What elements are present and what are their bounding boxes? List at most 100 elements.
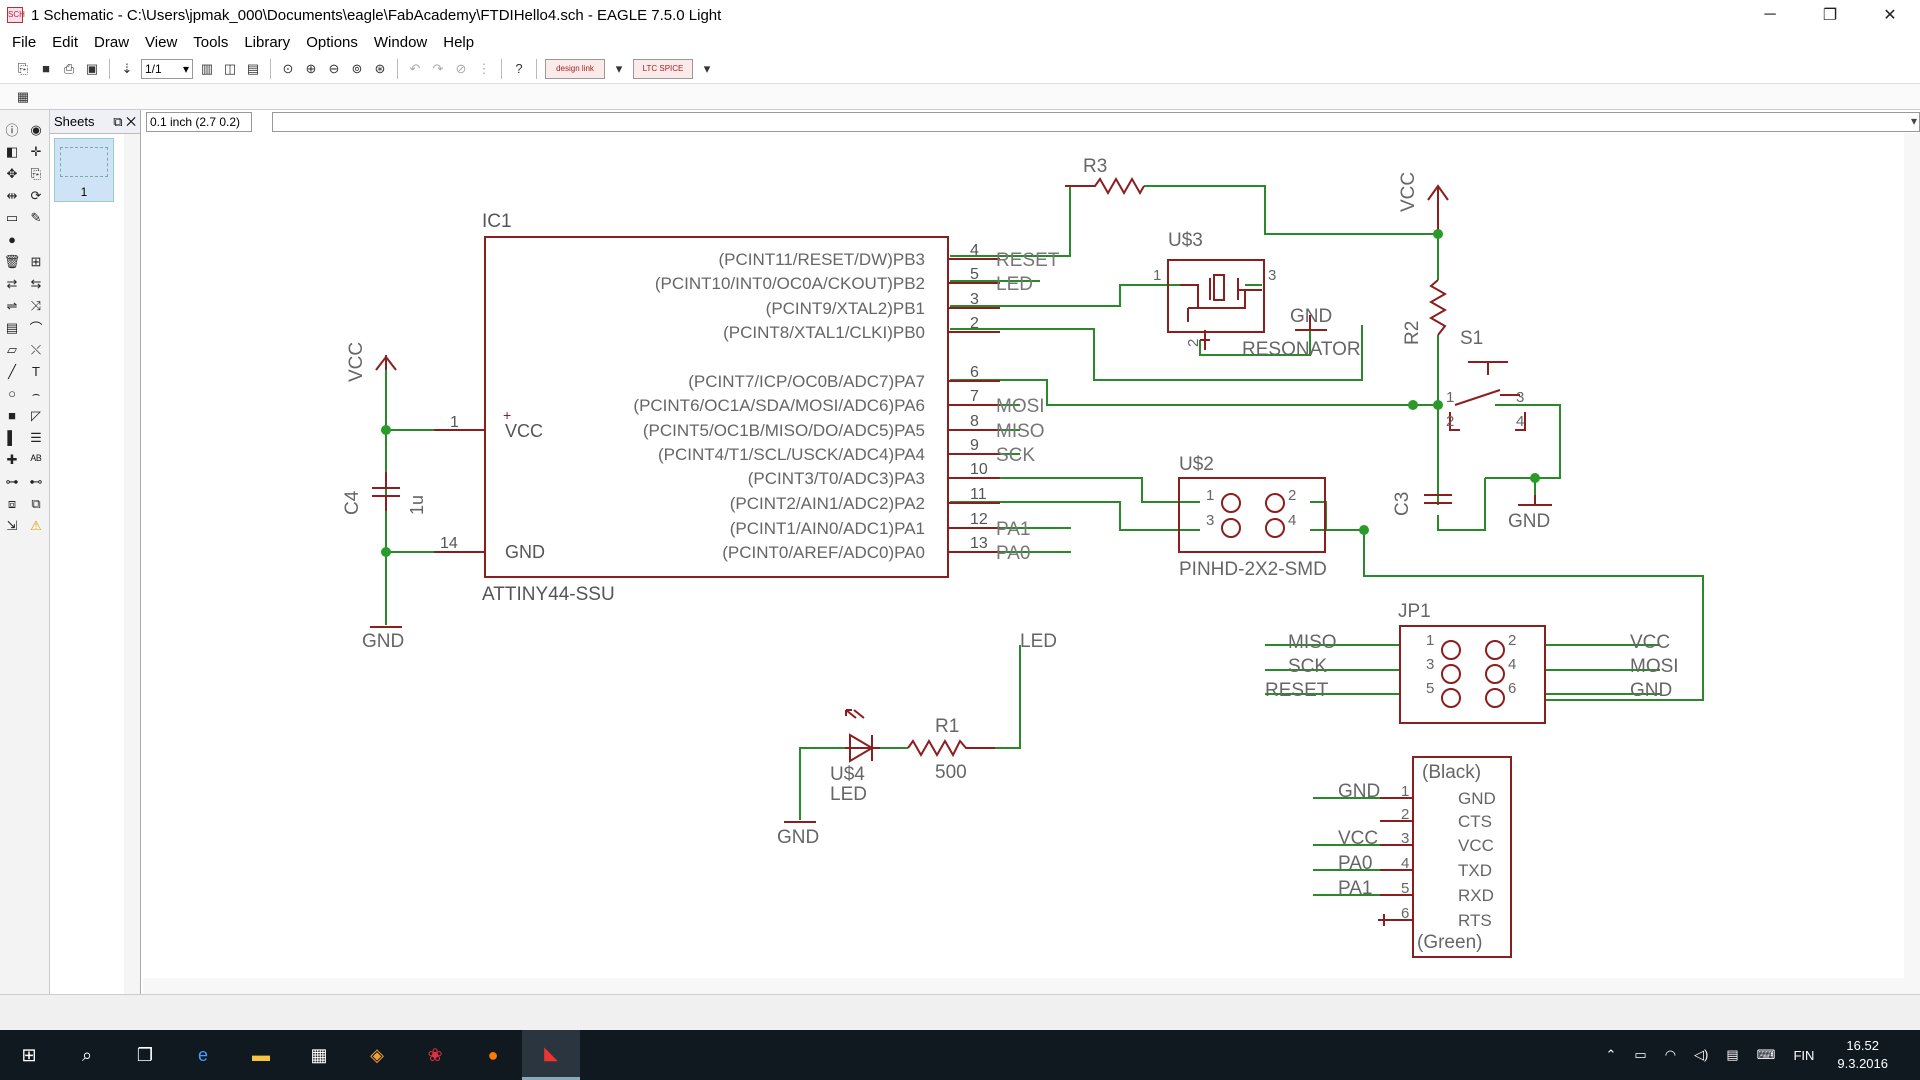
move-icon[interactable]: ✥ [1, 164, 23, 183]
arc-icon[interactable]: ⌢ [25, 384, 47, 403]
zoom-fit-icon[interactable]: ⊙ [279, 60, 297, 78]
replace-icon[interactable]: ⇌ [1, 296, 23, 315]
battery-icon[interactable]: ▭ [1625, 1047, 1655, 1063]
vertical-scrollbar[interactable] [1904, 133, 1920, 978]
menu-edit[interactable]: Edit [44, 34, 86, 51]
miter-icon[interactable]: ⌒ [25, 318, 47, 337]
menu-library[interactable]: Library [236, 34, 298, 51]
junction-icon[interactable]: ✚ [1, 450, 23, 469]
text-icon[interactable]: T [25, 362, 47, 381]
circle-icon[interactable]: ○ [1, 384, 23, 403]
frame-icon[interactable]: ⧈ [1, 494, 23, 513]
store-icon[interactable]: ▦ [290, 1030, 348, 1080]
split-wire-icon[interactable]: ⤬ [25, 340, 47, 359]
ltspice-button[interactable]: LTC SPICE [633, 58, 693, 79]
chevron-down-icon[interactable]: ▾ [610, 60, 628, 78]
outlook-icon[interactable]: ◈ [348, 1030, 406, 1080]
script-icon[interactable]: ⇣ [118, 60, 136, 78]
save-icon[interactable]: ■ [37, 60, 55, 78]
notifications-icon[interactable]: ▤ [1717, 1047, 1747, 1063]
erc-icon[interactable]: ⇲ [1, 516, 23, 535]
menu-tools[interactable]: Tools [185, 34, 236, 51]
design-link-button[interactable]: design link [545, 58, 605, 79]
mirror-icon[interactable]: ⇹ [1, 186, 23, 205]
dimension-icon[interactable]: ⊷ [25, 472, 47, 491]
sheets-scrollbar[interactable] [124, 134, 140, 1000]
undo-icon[interactable]: ↶ [406, 60, 424, 78]
polygon-icon[interactable]: ◸ [25, 406, 47, 425]
zoom-select-icon[interactable]: ⊛ [371, 60, 389, 78]
stop-icon[interactable]: ⊘ [452, 60, 470, 78]
raspberry-icon[interactable]: ❀ [406, 1030, 464, 1080]
maximize-button[interactable]: ❐ [1800, 0, 1860, 30]
port-icon[interactable]: ⧉ [25, 494, 47, 513]
paste-icon[interactable]: ● [1, 230, 23, 249]
menu-options[interactable]: Options [298, 34, 366, 51]
zoom-in-icon[interactable]: ⊕ [302, 60, 320, 78]
keyboard-icon[interactable]: ⌨ [1748, 1047, 1785, 1063]
menu-view[interactable]: View [137, 34, 185, 51]
menu-window[interactable]: Window [366, 34, 435, 51]
app-icon[interactable]: ● [464, 1030, 522, 1080]
redo-icon[interactable]: ↷ [429, 60, 447, 78]
rotate-icon[interactable]: ⟳ [25, 186, 47, 205]
invoke-icon[interactable]: ▤ [1, 318, 23, 337]
menu-file[interactable]: File [4, 34, 44, 51]
file-explorer-icon[interactable]: ▬ [232, 1030, 290, 1080]
zoom-out-icon[interactable]: ⊖ [325, 60, 343, 78]
clock[interactable]: 16.52 9.3.2016 [1823, 1037, 1902, 1073]
pinswap-icon[interactable]: ⇄ [1, 274, 23, 293]
input-language[interactable]: FIN [1784, 1048, 1823, 1063]
redraw-icon[interactable]: ⊚ [348, 60, 366, 78]
library-icon[interactable]: ▤ [244, 60, 262, 78]
chevron-down-icon[interactable]: ▾ [698, 60, 716, 78]
cam-icon[interactable]: ▣ [83, 60, 101, 78]
close-button[interactable]: ✕ [1860, 0, 1920, 30]
mark-icon[interactable]: ✛ [25, 142, 47, 161]
close-icon[interactable]: ⧉ ✕ [113, 114, 136, 130]
optimize-icon[interactable]: ▱ [1, 340, 23, 359]
chevron-down-icon[interactable]: ▾ [1911, 114, 1917, 128]
windows-start-icon[interactable]: ⊞ [0, 1030, 58, 1080]
go-icon[interactable]: ⋮ [475, 60, 493, 78]
menu-help[interactable]: Help [435, 34, 482, 51]
delete-icon[interactable]: 🗑 [1, 252, 23, 271]
volume-icon[interactable]: ◁) [1685, 1047, 1717, 1063]
grid-icon[interactable]: ▦ [14, 88, 32, 106]
print-icon[interactable]: ⎙ [60, 60, 78, 78]
sheet-thumbnail[interactable]: 1 [54, 138, 114, 202]
net-icon[interactable]: ☰ [25, 428, 47, 447]
command-input[interactable]: ▾ [272, 112, 1920, 132]
chevron-up-icon[interactable]: ⌃ [1597, 1047, 1626, 1063]
group-icon[interactable]: ▭ [1, 208, 23, 227]
horizontal-scrollbar[interactable] [143, 978, 1920, 994]
eagle-taskbar-icon[interactable]: ◣ [522, 1030, 580, 1080]
task-view-icon[interactable]: ❐ [116, 1030, 174, 1080]
label-icon[interactable]: ᴬᴮ [25, 450, 47, 469]
info-icon[interactable]: ⓘ [1, 120, 23, 139]
minimize-button[interactable]: ─ [1740, 0, 1800, 30]
change-icon[interactable]: ✎ [25, 208, 47, 227]
warning-icon[interactable]: ⚠ [25, 516, 47, 535]
edge-icon[interactable]: e [174, 1030, 232, 1080]
attribute-icon[interactable]: ⊶ [1, 472, 23, 491]
sheet-select[interactable]: 1/1 ▾ [141, 58, 193, 79]
schematic-canvas[interactable]: IC1 ATTINY44-SSU VCC GND 1 14 + (PCINT11… [143, 133, 1920, 978]
copy-icon[interactable]: ⎘ [25, 164, 47, 183]
search-icon[interactable]: ⌕ [58, 1030, 116, 1080]
board-icon[interactable]: ◫ [221, 60, 239, 78]
bus-icon[interactable]: ▌ [1, 428, 23, 447]
add-icon[interactable]: ⊞ [25, 252, 47, 271]
help-icon[interactable]: ? [510, 60, 528, 78]
layer-icon[interactable]: ◧ [1, 142, 23, 161]
eye-icon[interactable]: ◉ [25, 120, 47, 139]
rect-icon[interactable]: ■ [1, 406, 23, 425]
split-icon[interactable]: ⤨ [25, 296, 47, 315]
menu-draw[interactable]: Draw [86, 34, 137, 51]
u3-pin3: 3 [1268, 267, 1276, 284]
open-icon[interactable]: ⎘ [14, 60, 32, 78]
ulp-icon[interactable]: ▥ [198, 60, 216, 78]
gateswap-icon[interactable]: ⇆ [25, 274, 47, 293]
wire-icon[interactable]: ╱ [1, 362, 23, 381]
wifi-icon[interactable]: ◠ [1656, 1047, 1685, 1063]
